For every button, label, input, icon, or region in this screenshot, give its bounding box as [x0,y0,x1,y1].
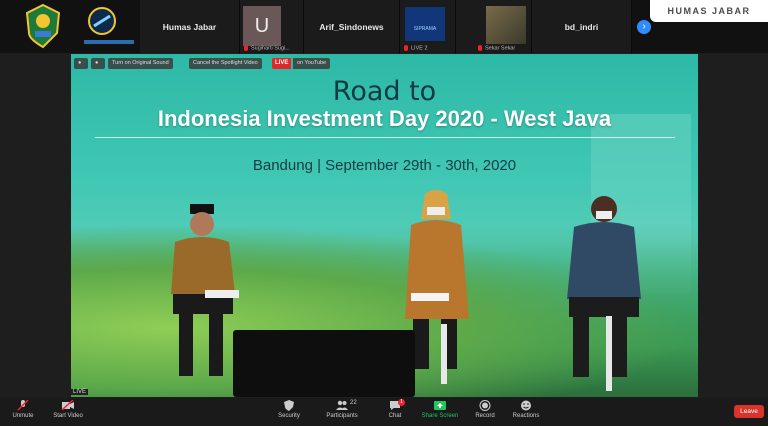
muted-microphone-icon [17,400,29,411]
participant-name: Humas Jabar [162,22,217,32]
share-screen-button[interactable]: Share Screen [418,400,462,419]
participant-tile[interactable]: SIPRAMA LIVE 2 [400,0,456,53]
record-button[interactable]: Record [470,400,500,419]
west-java-emblem-logo [24,3,62,49]
speaker-right [559,189,649,389]
banner-divider [95,137,675,138]
participant-photo [486,6,526,44]
unmute-label: Unmute [12,413,34,419]
next-page-arrow-icon[interactable]: › [637,20,651,34]
security-button[interactable]: Security [274,400,304,419]
banner-title-line1: Road to [332,76,437,107]
stool [441,324,447,384]
participants-label: Participants [326,413,358,419]
live-on-youtube-button[interactable]: on YouTube [293,58,331,69]
unmute-button[interactable]: Unmute [8,400,38,419]
govtech-logo [84,4,134,50]
share-screen-icon [434,401,446,410]
record-icon [479,400,491,411]
smiley-icon [521,400,531,411]
participant-tile[interactable]: Sekar Sekar [456,0,532,53]
brand-label: HUMAS JABAR [667,6,751,16]
participant-tile[interactable]: bd_indri [532,0,632,53]
live-indicator: LIVE [272,58,292,69]
chat-unread-badge: 1 [398,399,405,406]
video-off-icon [62,400,74,411]
participant-name: Sekar Sekar [478,44,515,51]
participants-icon [336,400,348,410]
banner-title-line2: Indonesia Investment Day 2020 - West Jav… [157,106,612,131]
banner-date-line: Bandung | September 29th - 30th, 2020 [252,157,517,174]
start-video-label: Start Video [53,413,83,419]
stage-monitor [233,330,415,397]
record-label: Record [475,413,495,419]
main-video-stage: ● ● Turn on Original Sound Cancel the Sp… [71,54,698,397]
avatar: U [243,6,281,46]
chat-button[interactable]: Chat [380,400,410,419]
meeting-toolbar: Unmute Start Video Security Participants… [0,398,768,426]
muted-mic-icon [478,44,482,51]
shield-icon [284,400,294,411]
participant-tile[interactable]: U Sugiharti Sugi... [240,0,304,53]
live-badge: LIVE [71,389,89,395]
stage-right-margin [698,54,768,398]
stage-left-margin [0,54,71,398]
security-label: Security [278,413,300,419]
muted-mic-icon [244,44,248,51]
participant-name: bd_indri [564,22,599,32]
participant-name: Sugiharti Sugi... [244,44,290,51]
cancel-spotlight-button[interactable]: Cancel the Spotlight Video [189,58,262,69]
start-video-button[interactable]: Start Video [48,400,88,419]
participant-name: LIVE 2 [404,44,428,51]
muted-mic-icon [404,44,408,51]
spotlight-icon[interactable]: ● [91,58,105,69]
stool [606,316,612,391]
brand-logo: HUMAS JABAR [650,0,768,22]
participant-tile[interactable]: Humas Jabar [140,0,240,53]
original-sound-button[interactable]: Turn on Original Sound [108,58,173,69]
reactions-button[interactable]: Reactions [508,400,544,419]
participant-tile[interactable]: Arif_Sindonews [304,0,400,53]
participants-count: 22 [350,400,357,406]
chat-label: Chat [388,413,402,419]
siprama-logo: SIPRAMA [405,7,445,41]
leave-button[interactable]: Leave [734,405,764,418]
share-screen-label: Share Screen [421,413,459,419]
participant-name: Arif_Sindonews [319,22,384,32]
reactions-label: Reactions [512,413,540,419]
original-sound-icon[interactable]: ● [74,58,88,69]
